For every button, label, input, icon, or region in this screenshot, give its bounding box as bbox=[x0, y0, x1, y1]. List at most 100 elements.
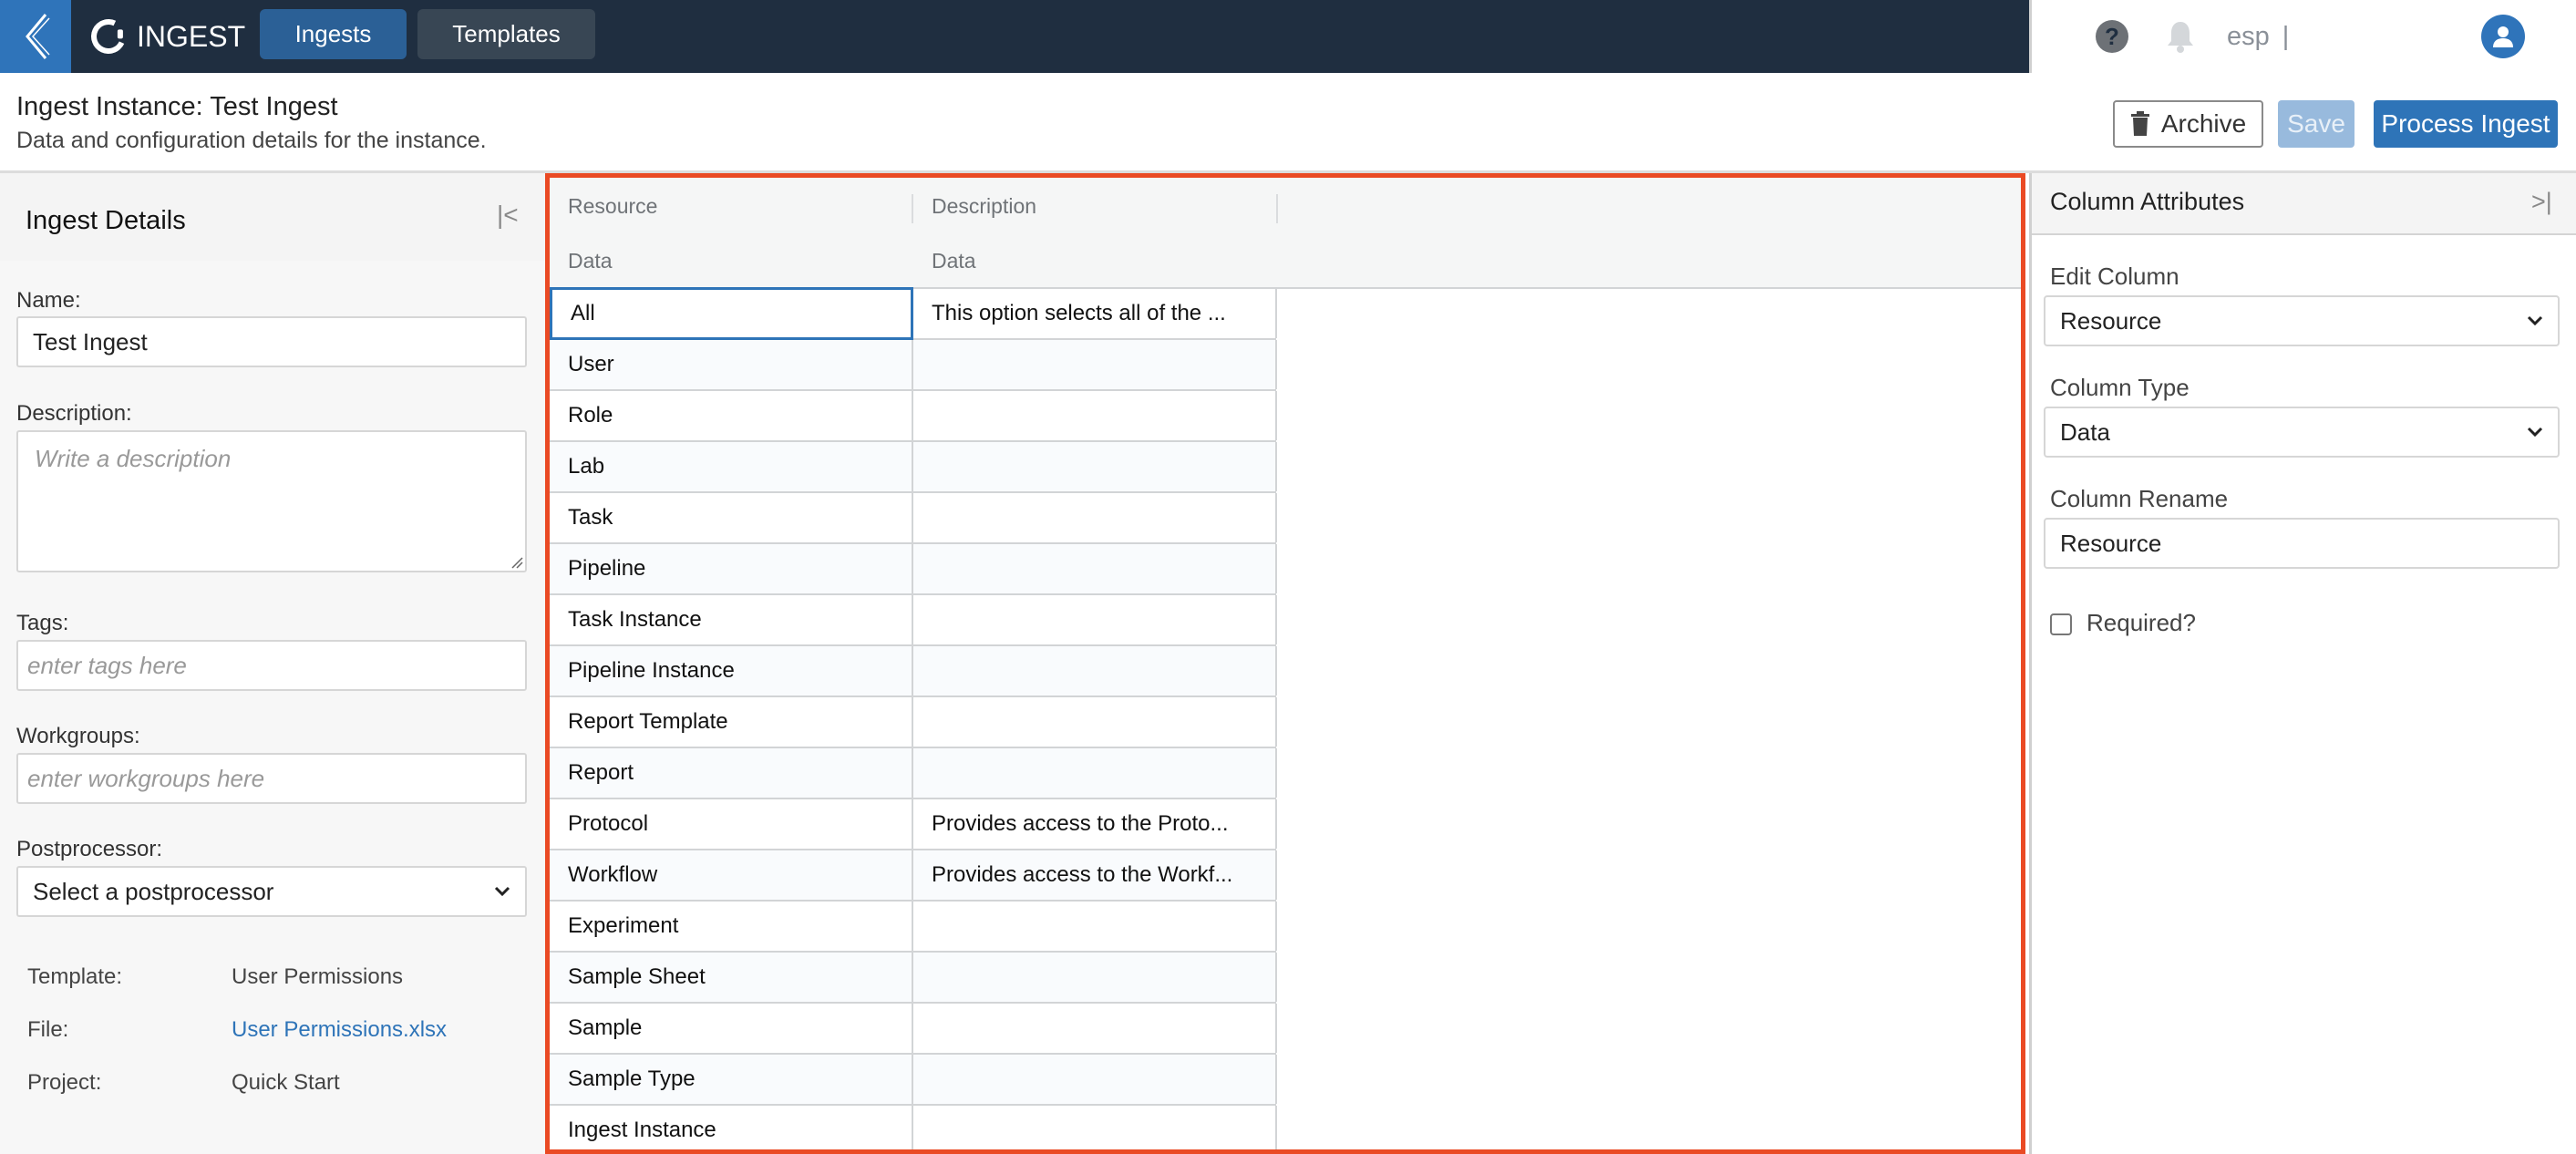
cell-description[interactable] bbox=[913, 493, 1277, 542]
required-label: Required? bbox=[2087, 609, 2196, 636]
page-subtitle: Data and configuration details for the i… bbox=[16, 128, 487, 153]
process-ingest-button[interactable]: Process Ingest bbox=[2374, 100, 2558, 148]
file-label: File: bbox=[27, 1017, 69, 1042]
archive-button[interactable]: Archive bbox=[2113, 100, 2263, 148]
cell-resource[interactable]: User bbox=[550, 340, 913, 389]
description-textarea[interactable]: Write a description bbox=[16, 430, 527, 572]
cell-resource[interactable]: Pipeline bbox=[550, 544, 913, 593]
cell-description[interactable] bbox=[913, 697, 1277, 747]
collapse-left-panel-icon[interactable]: |< bbox=[497, 201, 519, 230]
cell-description[interactable] bbox=[913, 1004, 1277, 1053]
cell-resource[interactable]: Report Template bbox=[550, 697, 913, 747]
column-header-description[interactable]: Description bbox=[932, 194, 1036, 219]
nav-right: ? esp | system admin bbox=[2029, 0, 2576, 73]
cell-description[interactable] bbox=[913, 595, 1277, 644]
table-row: Ingest Instance bbox=[550, 1106, 1277, 1149]
cell-resource[interactable]: All bbox=[550, 287, 913, 340]
ingest-details-panel: Ingest Details |< Name: Test Ingest Desc… bbox=[0, 173, 545, 1154]
cell-resource[interactable]: Sample Type bbox=[550, 1055, 913, 1104]
column-rename-input[interactable]: Resource bbox=[2044, 518, 2560, 569]
column-header-resource[interactable]: Resource bbox=[568, 194, 657, 219]
workgroups-input[interactable]: enter workgroups here bbox=[16, 753, 527, 804]
user-avatar-button[interactable] bbox=[2481, 15, 2526, 58]
table-row: Pipeline Instance bbox=[550, 646, 1277, 697]
table-row: Sample Sheet bbox=[550, 953, 1277, 1004]
save-button[interactable]: Save bbox=[2278, 100, 2354, 148]
cell-description[interactable] bbox=[913, 1055, 1277, 1104]
cell-description[interactable] bbox=[913, 442, 1277, 491]
cell-resource[interactable]: Ingest Instance bbox=[550, 1106, 913, 1149]
cell-description[interactable] bbox=[913, 953, 1277, 1002]
resize-handle-icon[interactable] bbox=[510, 556, 523, 569]
cell-resource[interactable]: Task Instance bbox=[550, 595, 913, 644]
user-avatar-icon bbox=[2493, 26, 2514, 47]
page-header: Ingest Instance: Test Ingest Data and co… bbox=[0, 73, 2576, 173]
notifications-button[interactable] bbox=[2165, 19, 2196, 54]
cell-description[interactable]: Provides access to the Workf... bbox=[913, 850, 1277, 900]
search-button[interactable] bbox=[2032, 23, 2059, 50]
table-row: Protocol Provides access to the Proto... bbox=[550, 799, 1277, 850]
trash-icon bbox=[2130, 111, 2149, 136]
cell-resource[interactable]: Experiment bbox=[550, 902, 913, 951]
cell-resource[interactable]: Sample Sheet bbox=[550, 953, 913, 1002]
edit-column-select[interactable]: Resource bbox=[2044, 295, 2560, 346]
description-placeholder: Write a description bbox=[35, 445, 232, 472]
workgroups-label: Workgroups: bbox=[16, 724, 140, 748]
tags-label: Tags: bbox=[16, 611, 69, 635]
table-row: Workflow Provides access to the Workf... bbox=[550, 850, 1277, 902]
column-rename-label: Column Rename bbox=[2050, 485, 2229, 512]
edit-column-value: Resource bbox=[2060, 306, 2162, 335]
help-button[interactable]: ? bbox=[2096, 20, 2128, 53]
chevron-down-icon bbox=[2527, 427, 2543, 438]
cell-resource[interactable]: Task bbox=[550, 493, 913, 542]
column-attributes-title: Column Attributes bbox=[2050, 188, 2245, 215]
cell-description[interactable] bbox=[913, 1106, 1277, 1149]
tags-input[interactable]: enter tags here bbox=[16, 640, 527, 691]
postprocessor-label: Postprocessor: bbox=[16, 837, 163, 861]
cell-description[interactable]: Provides access to the Proto... bbox=[913, 799, 1277, 849]
tab-templates[interactable]: Templates bbox=[417, 9, 595, 59]
tab-ingests[interactable]: Ingests bbox=[260, 9, 407, 59]
app-logo: INGEST bbox=[86, 14, 245, 59]
ingest-details-title: Ingest Details bbox=[26, 206, 186, 235]
collapse-right-panel-icon[interactable]: >| bbox=[2531, 188, 2552, 216]
ingest-data-grid: Resource Description Data Data All This o… bbox=[545, 173, 2025, 1154]
cell-resource[interactable]: Role bbox=[550, 391, 913, 440]
cell-description[interactable] bbox=[913, 748, 1277, 798]
cell-resource[interactable]: Lab bbox=[550, 442, 913, 491]
name-label: Name: bbox=[16, 288, 81, 313]
ring-logo-icon bbox=[86, 14, 131, 59]
chevron-down-icon bbox=[2527, 315, 2543, 326]
column-type-label: Column Type bbox=[2050, 374, 2190, 401]
cell-description[interactable] bbox=[913, 340, 1277, 389]
cell-resource[interactable]: Protocol bbox=[550, 799, 913, 849]
column-resize-handle[interactable] bbox=[1276, 194, 1278, 223]
bell-icon bbox=[2168, 22, 2193, 53]
column-type-description: Data bbox=[932, 249, 976, 273]
table-row: Report Template bbox=[550, 697, 1277, 748]
table-row: User bbox=[550, 340, 1277, 391]
cell-description[interactable]: This option selects all of the ... bbox=[913, 289, 1277, 338]
user-name[interactable]: system admin bbox=[2309, 22, 2472, 52]
column-resize-handle[interactable] bbox=[912, 194, 913, 223]
name-input[interactable]: Test Ingest bbox=[16, 316, 527, 367]
back-button[interactable] bbox=[0, 0, 71, 73]
postprocessor-select[interactable]: Select a postprocessor bbox=[16, 866, 527, 917]
file-link[interactable]: User Permissions.xlsx bbox=[232, 1017, 447, 1043]
cell-resource[interactable]: Report bbox=[550, 748, 913, 798]
table-row: Task Instance bbox=[550, 595, 1277, 646]
chevron-left-icon bbox=[26, 14, 50, 59]
page-title: Ingest Instance: Test Ingest bbox=[16, 92, 338, 121]
cell-description[interactable] bbox=[913, 391, 1277, 440]
ingest-details-header: Ingest Details |< bbox=[0, 173, 545, 261]
column-type-select[interactable]: Data bbox=[2044, 407, 2560, 458]
cell-description[interactable] bbox=[913, 646, 1277, 695]
cell-description[interactable] bbox=[913, 902, 1277, 951]
column-type-resource: Data bbox=[568, 249, 613, 273]
postprocessor-value: Select a postprocessor bbox=[33, 877, 274, 905]
cell-resource[interactable]: Sample bbox=[550, 1004, 913, 1053]
cell-resource[interactable]: Workflow bbox=[550, 850, 913, 900]
cell-description[interactable] bbox=[913, 544, 1277, 593]
required-checkbox[interactable] bbox=[2050, 613, 2072, 635]
cell-resource[interactable]: Pipeline Instance bbox=[550, 646, 913, 695]
